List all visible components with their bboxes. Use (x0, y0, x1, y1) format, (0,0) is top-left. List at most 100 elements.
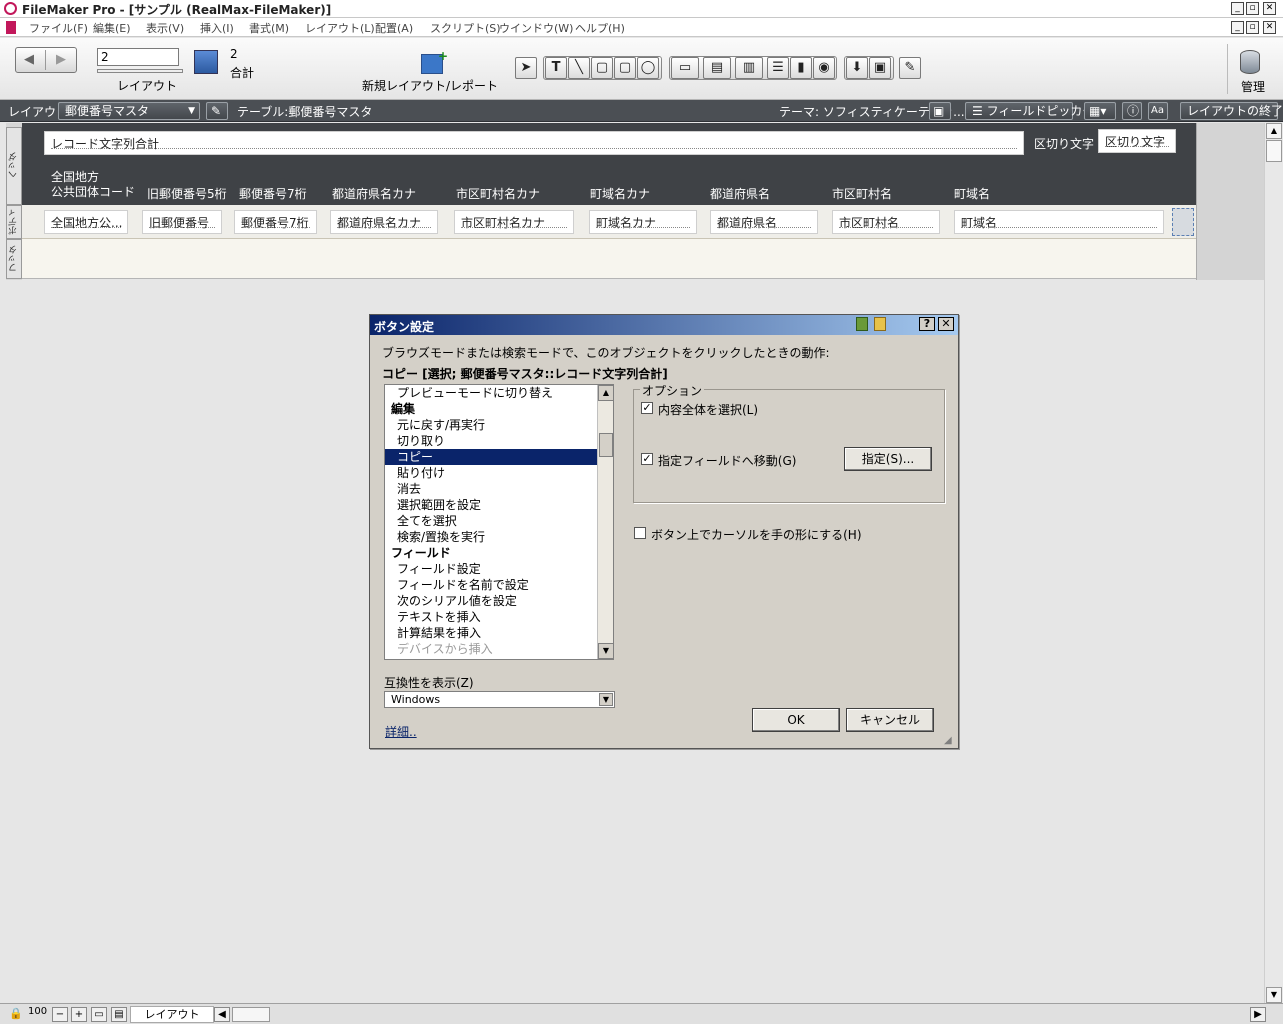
doc-restore-icon[interactable]: ▫ (1246, 21, 1259, 34)
body-field-city[interactable]: 市区町村名 (832, 210, 940, 234)
list-item[interactable]: 検索/置換を実行 (385, 529, 597, 545)
menu-scripts[interactable]: スクリプト(S) (430, 20, 501, 36)
layout-select[interactable]: 郵便番号マスタ ▼ (58, 102, 200, 120)
resize-grip-icon[interactable]: ◢ (944, 735, 952, 746)
scroll-up-icon[interactable]: ▲ (1266, 123, 1282, 139)
part-tab-header[interactable]: ヘッダ (6, 127, 22, 205)
specify-button[interactable]: 指定(S)... (844, 447, 932, 471)
list-item[interactable]: 計算結果を挿入 (385, 625, 597, 641)
list-scroll-down-icon[interactable]: ▼ (598, 643, 613, 659)
lock-icon[interactable]: 🔒 (9, 1007, 23, 1020)
layout-number-input[interactable] (97, 48, 179, 66)
close-icon[interactable]: ✕ (1263, 2, 1276, 15)
ok-button[interactable]: OK (752, 708, 840, 732)
list-item[interactable]: コピー (385, 449, 597, 465)
delimiter-field[interactable]: 区切り文字 (1098, 129, 1176, 153)
body-field-town[interactable]: 町域名 (954, 210, 1164, 234)
inspector-icon[interactable]: ⓘ (1122, 102, 1142, 120)
format-painter-icon[interactable]: ✎ (899, 57, 921, 79)
list-category[interactable]: フィールド (385, 545, 597, 561)
selected-button-object[interactable] (1172, 208, 1194, 236)
hscroll-left-icon[interactable]: ◀ (214, 1007, 230, 1022)
chart-tool-icon[interactable]: ▮ (790, 57, 812, 79)
script-step-list[interactable]: プレビューモードに切り替え 編集 元に戻す/再実行 切り取り コピー 貼り付け 消去 選択範囲… (384, 384, 614, 660)
scroll-thumb[interactable] (1266, 140, 1282, 162)
menu-layouts[interactable]: レイアウト(L) (305, 20, 375, 36)
line-tool-icon[interactable]: ╲ (568, 57, 590, 79)
change-theme-icon[interactable]: ▣ (929, 102, 951, 120)
web-viewer-tool-icon[interactable]: ◉ (813, 57, 835, 79)
list-item[interactable]: 消去 (385, 481, 597, 497)
rectangle-tool-icon[interactable]: ▢ (591, 57, 613, 79)
body-field-town-kana[interactable]: 町域名カナ (589, 210, 697, 234)
button-tool-icon[interactable]: ▤ (703, 57, 731, 79)
restore-icon[interactable]: ▫ (1246, 2, 1259, 15)
list-item[interactable]: 選択範囲を設定 (385, 497, 597, 513)
doc-minimize-icon[interactable]: _ (1231, 21, 1244, 34)
prev-layout-icon[interactable]: ◀ (24, 52, 34, 67)
part-tool-icon[interactable]: ▣ (869, 57, 891, 79)
body-field-code[interactable]: 全国地方公... (44, 210, 128, 234)
field-tool-icon[interactable]: ▭ (671, 57, 699, 79)
mode-popup[interactable]: レイアウト (130, 1006, 214, 1023)
view-toggle-icon[interactable]: ▤ (111, 1007, 127, 1022)
list-item[interactable]: 元に戻す/再実行 (385, 417, 597, 433)
zoom-in-icon[interactable]: + (71, 1007, 87, 1022)
menu-format[interactable]: 書式(M) (249, 20, 289, 36)
menu-edit[interactable]: 編集(E) (93, 20, 131, 36)
layout-slider[interactable] (97, 69, 183, 73)
summary-field[interactable]: レコード文字列合計 (44, 131, 1024, 155)
compat-select[interactable]: Windows ▼ (384, 691, 615, 708)
select-all-checkbox[interactable]: ✓ (641, 402, 653, 414)
text-tool-icon[interactable]: T (545, 57, 567, 79)
list-item[interactable]: テキストを挿入 (385, 609, 597, 625)
list-item[interactable]: フィールドを名前で設定 (385, 577, 597, 593)
body-field-zip7[interactable]: 郵便番号7桁 (234, 210, 317, 234)
part-tab-body[interactable]: ボディ (6, 205, 22, 239)
hand-cursor-checkbox[interactable] (634, 527, 646, 539)
edit-layout-icon[interactable]: ✎ (206, 102, 228, 120)
menu-file[interactable]: ファイル(F) (29, 20, 88, 36)
part-tab-footer[interactable]: フッタ (6, 239, 22, 279)
list-item[interactable]: 全てを選択 (385, 513, 597, 529)
vertical-scrollbar[interactable]: ▲ ▼ (1264, 123, 1283, 1003)
exit-layout-button[interactable]: レイアウトの終了 (1180, 102, 1283, 120)
new-layout-label[interactable]: 新規レイアウト/レポート (362, 77, 498, 94)
details-link[interactable]: 詳細.. (385, 723, 417, 740)
scroll-down-icon[interactable]: ▼ (1266, 987, 1282, 1003)
hscroll-thumb[interactable] (232, 1007, 270, 1022)
pointer-tool-icon[interactable]: ➤ (515, 57, 537, 79)
body-field-city-kana[interactable]: 市区町村名カナ (454, 210, 574, 234)
hscroll-right-icon[interactable]: ▶ (1250, 1007, 1266, 1022)
tab-control-tool-icon[interactable]: ▥ (735, 57, 763, 79)
manage-label[interactable]: 管理 (1241, 78, 1265, 95)
field-picker-button[interactable]: ☰ フィールドピッカー (965, 102, 1094, 120)
oval-tool-icon[interactable]: ◯ (637, 57, 659, 79)
list-item[interactable]: 切り取り (385, 433, 597, 449)
doc-close-icon[interactable]: ✕ (1263, 21, 1276, 34)
portal-tool-icon[interactable]: ☰ (767, 57, 789, 79)
list-scroll-thumb[interactable] (599, 433, 613, 457)
list-scroll-up-icon[interactable]: ▲ (598, 385, 613, 401)
dialog-close-icon[interactable]: ✕ (938, 317, 954, 331)
list-scrollbar[interactable]: ▲ ▼ (597, 385, 613, 659)
zoom-out-icon[interactable]: − (52, 1007, 68, 1022)
body-field-old-zip[interactable]: 旧郵便番号 (142, 210, 222, 234)
menu-view[interactable]: 表示(V) (146, 20, 184, 36)
menu-help[interactable]: ヘルプ(H) (575, 20, 625, 36)
help-icon[interactable]: ? (919, 317, 935, 331)
database-manage-icon[interactable] (1240, 50, 1260, 74)
cancel-button[interactable]: キャンセル (846, 708, 934, 732)
go-field-checkbox[interactable]: ✓ (641, 453, 653, 465)
toolbar-toggle-icon[interactable]: ▭ (91, 1007, 107, 1022)
field-control-icon[interactable]: ⬇ (846, 57, 868, 79)
list-item[interactable]: フィールド設定 (385, 561, 597, 577)
menu-arrange[interactable]: 配置(A) (375, 20, 413, 36)
grid-options-icon[interactable]: ▦▾ (1084, 102, 1116, 120)
body-field-pref[interactable]: 都道府県名 (710, 210, 818, 234)
next-layout-icon[interactable]: ▶ (56, 52, 66, 67)
rounded-rectangle-tool-icon[interactable]: ▢ (614, 57, 636, 79)
list-item[interactable]: プレビューモードに切り替え (385, 385, 597, 401)
menu-insert[interactable]: 挿入(I) (200, 20, 234, 36)
body-field-pref-kana[interactable]: 都道府県名カナ (330, 210, 438, 234)
